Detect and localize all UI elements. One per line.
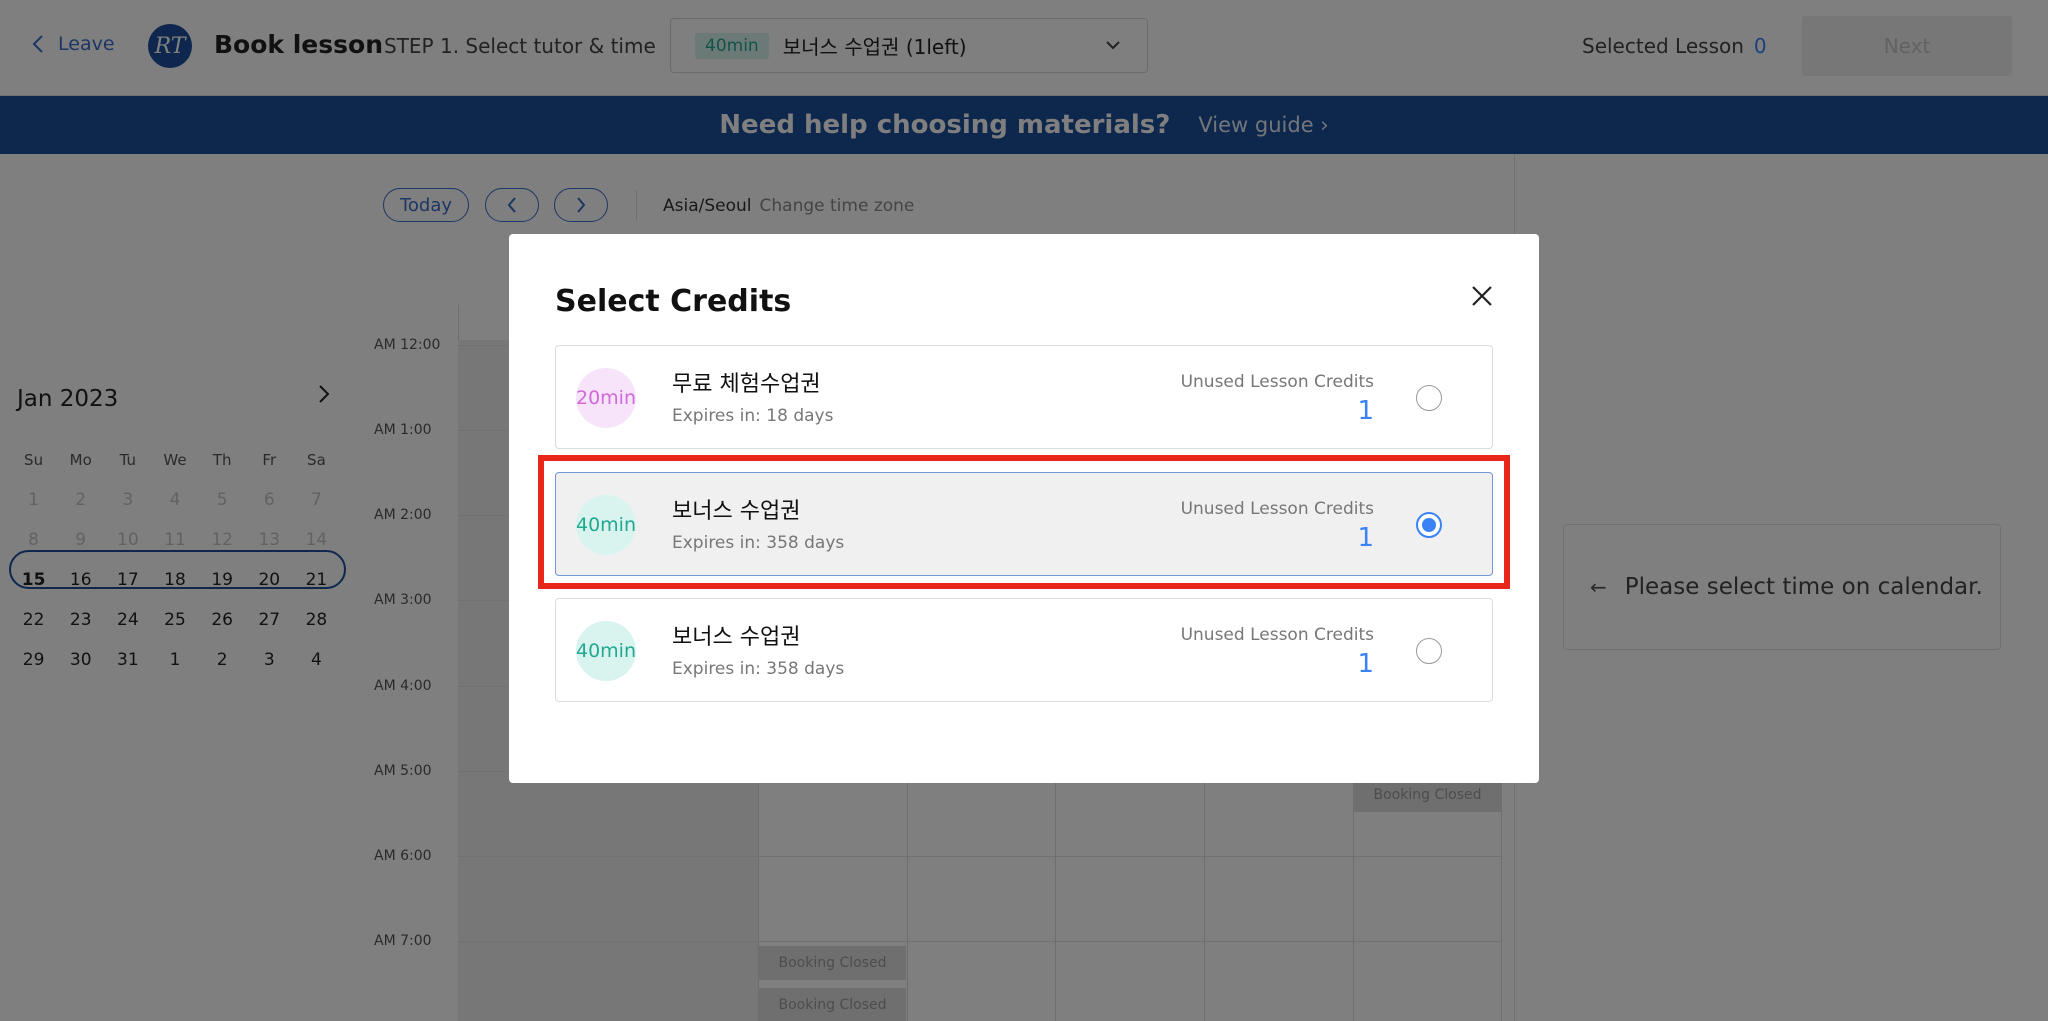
credit-name: 보너스 수업권 <box>672 625 801 650</box>
close-button[interactable] <box>1464 278 1500 314</box>
unused-credits-label: Unused Lesson Credits <box>1180 625 1374 645</box>
unused-credits-count: 1 <box>1357 649 1374 679</box>
duration-badge: 20min <box>576 368 636 428</box>
credit-option[interactable]: 20min 무료 체험수업권 Expires in: 18 days Unuse… <box>555 345 1493 449</box>
modal-title: Select Credits <box>555 284 792 319</box>
unused-credits-label: Unused Lesson Credits <box>1180 372 1374 392</box>
credit-name: 무료 체험수업권 <box>672 372 821 397</box>
credit-radio[interactable] <box>1416 385 1442 411</box>
duration-badge: 40min <box>576 621 636 681</box>
credit-expiry: Expires in: 358 days <box>672 659 845 679</box>
credit-expiry: Expires in: 18 days <box>672 406 834 426</box>
credit-option[interactable]: 40min 보너스 수업권 Expires in: 358 days Unuse… <box>555 598 1493 702</box>
unused-credits-count: 1 <box>1357 396 1374 426</box>
highlight-annotation <box>538 455 1510 589</box>
close-icon <box>1472 286 1492 306</box>
credit-radio[interactable] <box>1416 638 1442 664</box>
